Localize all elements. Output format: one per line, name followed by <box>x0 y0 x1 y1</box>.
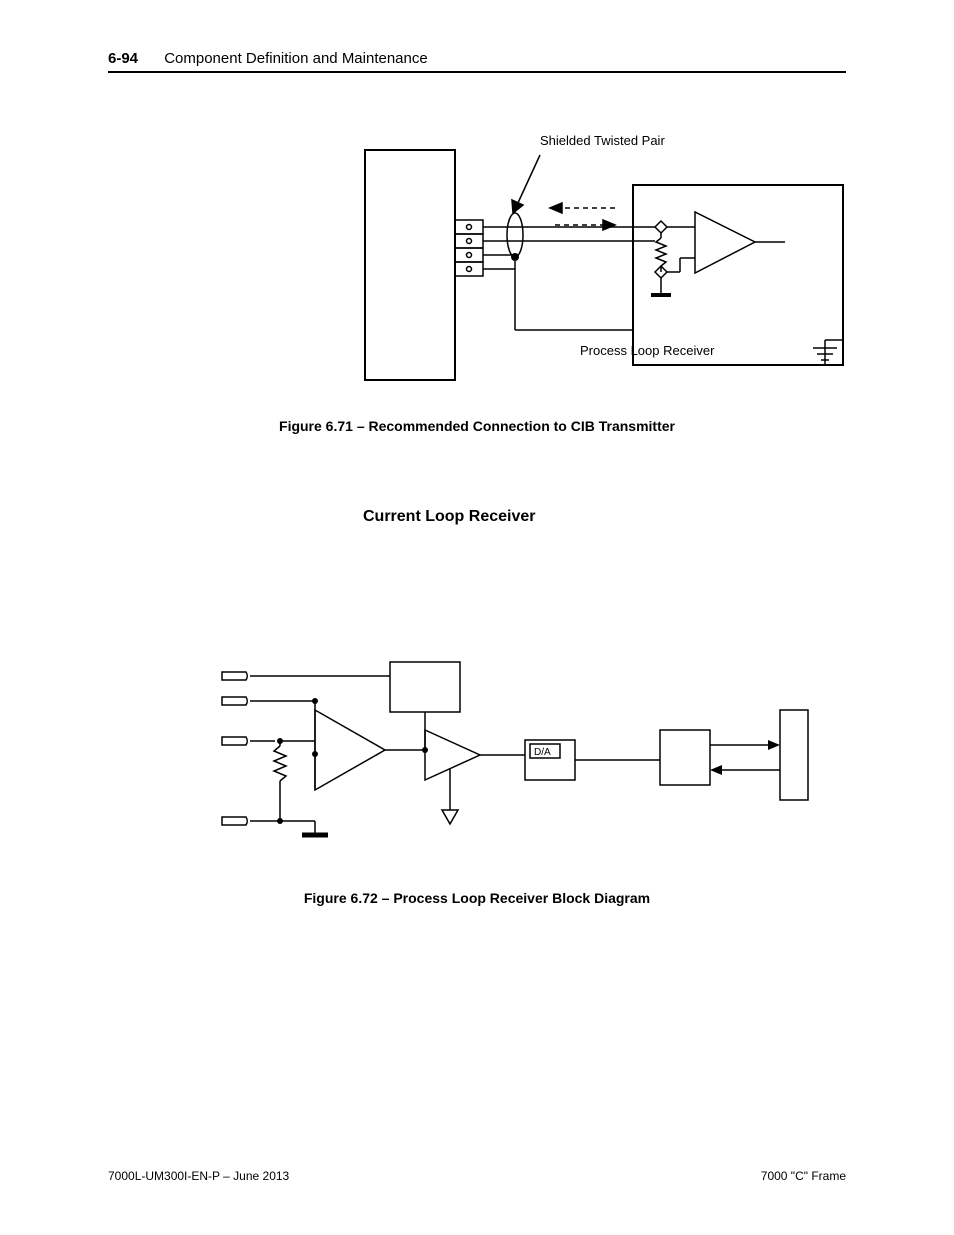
figure-6-71: Shielded Twisted Pair <box>355 130 855 410</box>
figure-6-72-caption: Figure 6.72 – Process Loop Receiver Bloc… <box>0 890 954 906</box>
page-number: 6-94 <box>108 50 138 67</box>
footer-right: 7000 "C" Frame <box>761 1169 846 1183</box>
figure-6-72: D/A <box>220 650 810 850</box>
footer-left: 7000L-UM300I-EN-P – June 2013 <box>108 1169 289 1183</box>
label-twisted-pair: Shielded Twisted Pair <box>540 133 665 148</box>
page-header: 6-94 Component Definition and Maintenanc… <box>108 50 846 73</box>
figure-6-71-caption: Figure 6.71 – Recommended Connection to … <box>0 418 954 434</box>
block-da-label: D/A <box>534 747 551 758</box>
page: 6-94 Component Definition and Maintenanc… <box>0 0 954 1235</box>
label-process-loop-receiver: Process Loop Receiver <box>580 343 715 358</box>
section-title: Current Loop Receiver <box>363 508 535 526</box>
chapter-title: Component Definition and Maintenance <box>164 50 428 67</box>
page-footer: 7000L-UM300I-EN-P – June 2013 7000 "C" F… <box>108 1169 846 1183</box>
